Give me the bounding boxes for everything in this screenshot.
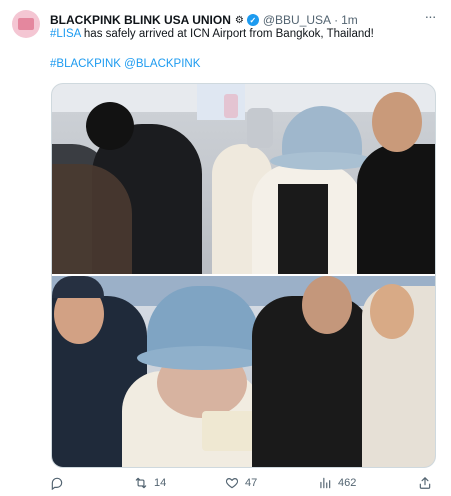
media-photo-top[interactable] (52, 84, 435, 274)
author-name[interactable]: BLACKPINK BLINK USA UNION (50, 13, 231, 27)
author-emoji: ⚙ (234, 14, 244, 26)
author-handle[interactable]: @BBU_USA (263, 13, 331, 27)
mention-blackpink-link[interactable]: @BLACKPINK (124, 58, 200, 70)
avatar[interactable] (12, 10, 40, 38)
analytics-icon (318, 476, 332, 490)
retweet-icon (134, 476, 148, 490)
tweet-card: BLACKPINK BLINK USA UNION ⚙ ✓ @BBU_USA ·… (0, 0, 451, 496)
timestamp[interactable]: 1m (341, 13, 358, 27)
tweet-media[interactable] (51, 83, 436, 468)
share-button[interactable] (418, 474, 438, 492)
hashtag-link[interactable]: #LISA (50, 28, 81, 40)
media-photo-bottom[interactable] (52, 276, 435, 467)
retweet-button[interactable]: 14 (134, 474, 166, 492)
heart-icon (225, 476, 239, 490)
retweet-count: 14 (154, 477, 167, 489)
hashtag-blackpink-link[interactable]: #BLACKPINK (50, 58, 121, 70)
tweet-header: BLACKPINK BLINK USA UNION ⚙ ✓ @BBU_USA ·… (50, 11, 358, 29)
share-icon (418, 476, 432, 490)
like-button[interactable]: 47 (225, 474, 257, 492)
reply-button[interactable] (50, 474, 70, 492)
tweet-actions: 14 47 462 (50, 474, 440, 492)
tweet-body: has safely arrived at ICN Airport from B… (80, 28, 374, 40)
separator: · (334, 13, 339, 27)
avatar-image (18, 18, 34, 30)
views-count: 462 (338, 477, 357, 489)
tweet-text: #LISA has safely arrived at ICN Airport … (50, 28, 374, 40)
views-button[interactable]: 462 (318, 474, 356, 492)
verified-badge-icon: ✓ (246, 14, 259, 26)
more-options-icon[interactable]: ··· (420, 9, 440, 25)
like-count: 47 (245, 477, 258, 489)
tweet-tags: #BLACKPINK @BLACKPINK (50, 58, 200, 70)
reply-icon (50, 476, 64, 490)
